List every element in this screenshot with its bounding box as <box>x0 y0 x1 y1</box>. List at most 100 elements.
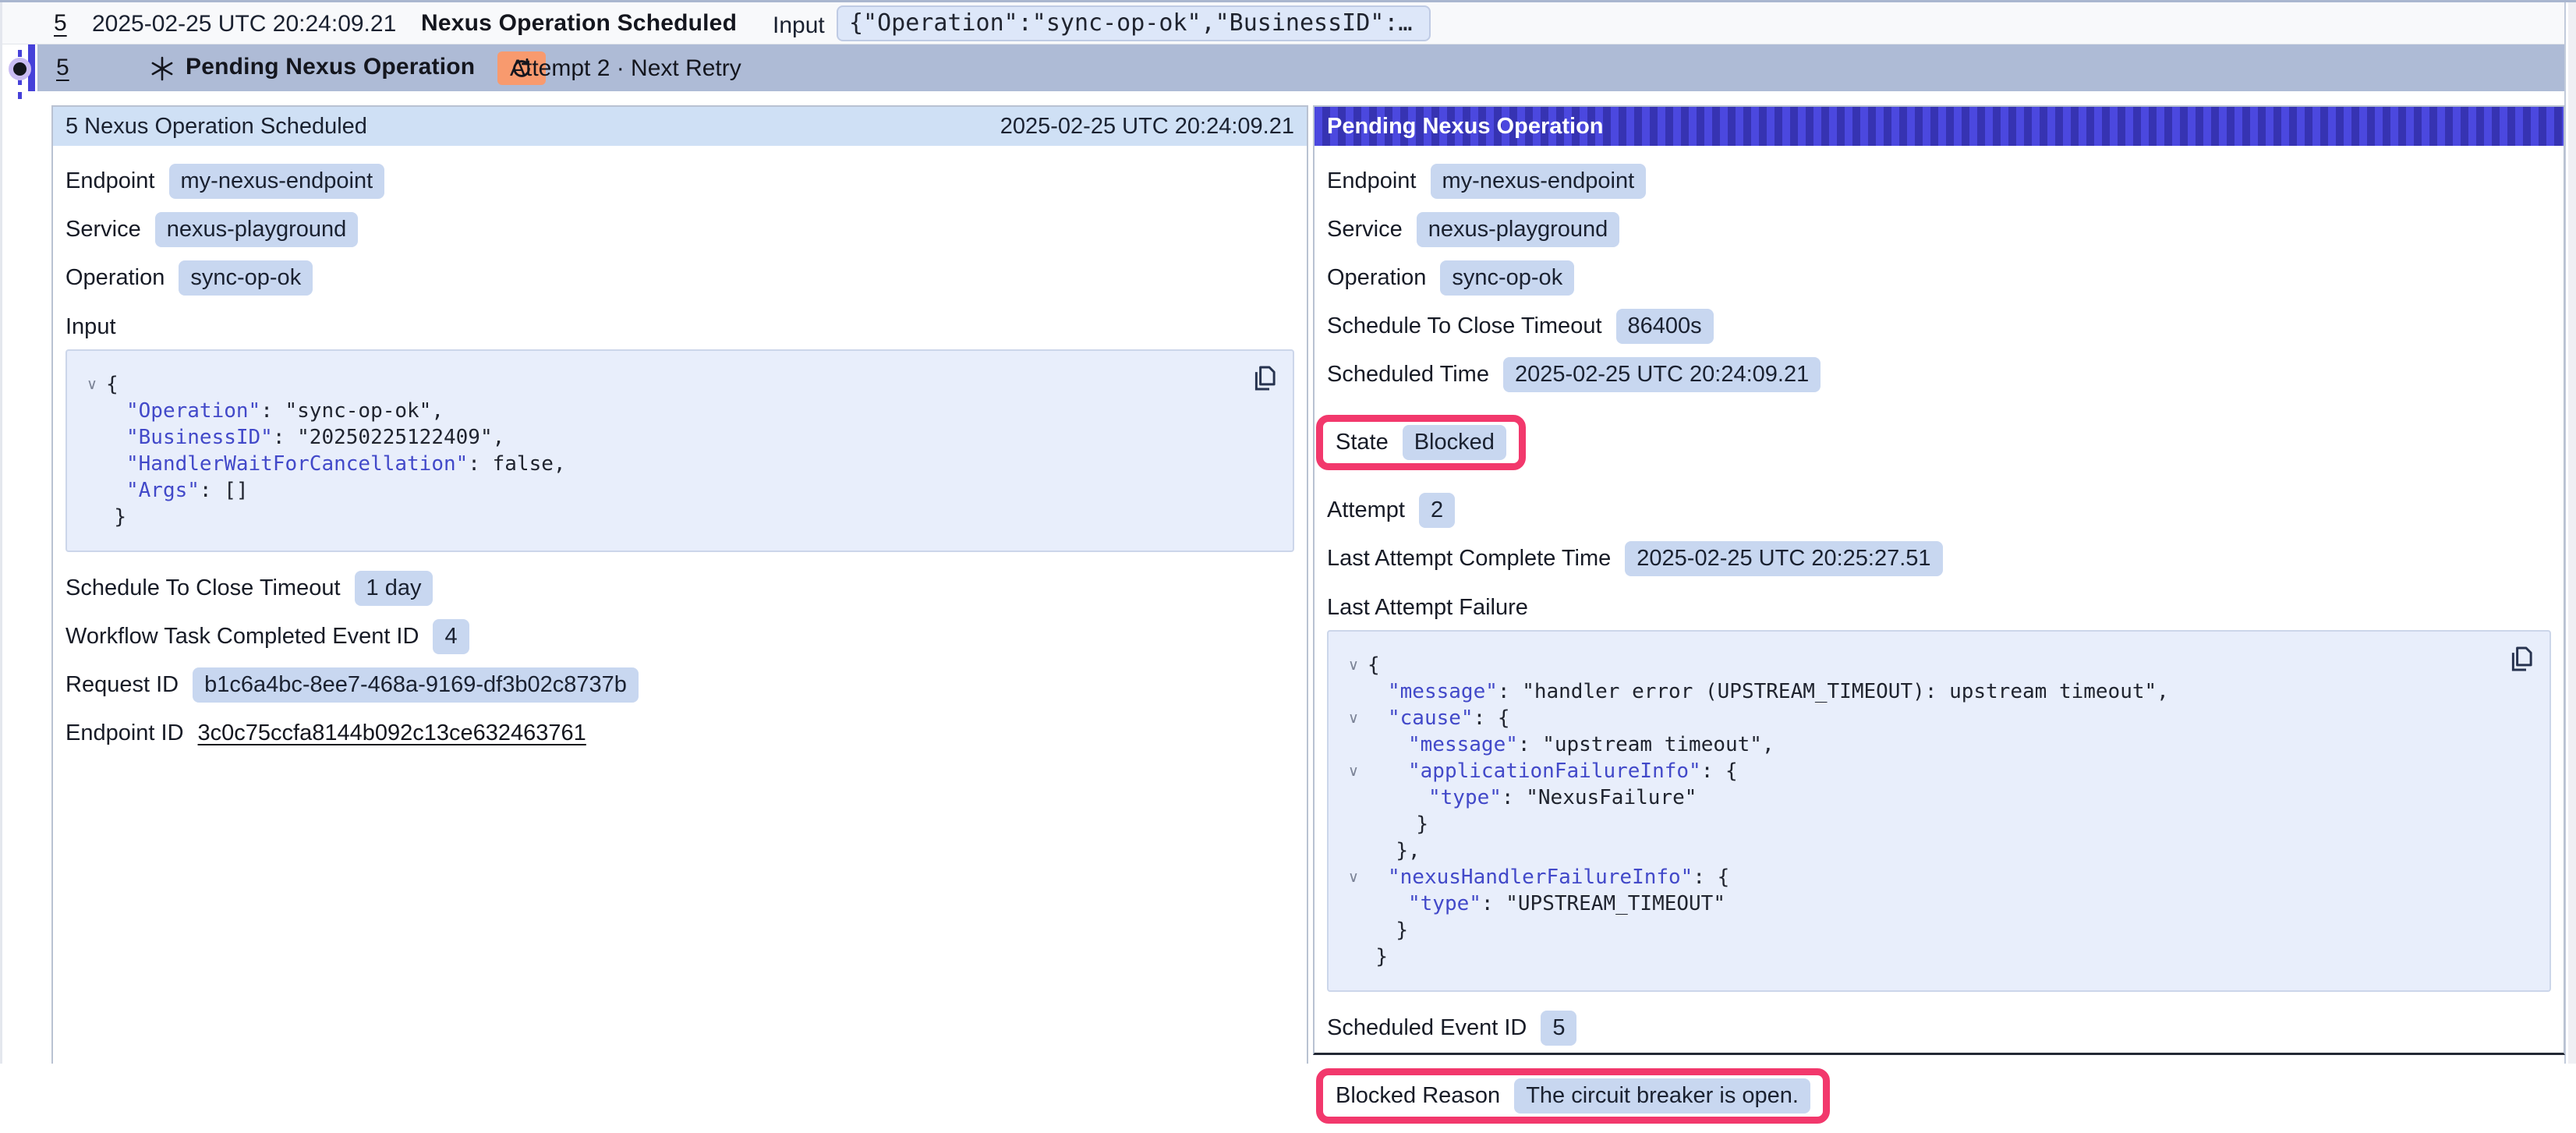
copy-button[interactable] <box>1247 362 1280 395</box>
field-row-operation: Operation sync-op-ok <box>1327 260 2551 296</box>
field-label: Scheduled Time <box>1327 362 1489 388</box>
field-value-chip: b1c6a4bc-8ee7-468a-9169-df3b02c8737b <box>193 667 639 703</box>
field-value-chip: Blocked <box>1403 425 1506 460</box>
field-label: State <box>1336 430 1389 455</box>
field-row-state: State Blocked <box>1336 425 1506 460</box>
timeline-marker-current-icon <box>9 58 31 80</box>
field-label: Operation <box>65 265 165 291</box>
event-id-link[interactable]: 5 <box>56 55 69 81</box>
code-line: } <box>1339 944 2500 970</box>
field-list: Schedule To Close Timeout 1 day Workflow T… <box>65 571 1294 750</box>
field-label: Operation <box>1327 265 1426 291</box>
event-name: Nexus Operation Scheduled <box>421 10 737 37</box>
input-preview-chip: {"Operation":"sync-op-ok","BusinessID":"… <box>837 5 1431 41</box>
field-list: Endpointmy-nexus-endpoint Service nexus-pl… <box>1327 164 2551 576</box>
code-line: "type": "UPSTREAM_TIMEOUT" <box>1339 890 2500 917</box>
input-section-label: Input <box>65 314 1294 340</box>
failure-section-label: Last Attempt Failure <box>1327 595 2551 621</box>
left-border <box>0 2 2 1064</box>
code-line: "message": "handler error (UPSTREAM_TIME… <box>1339 678 2500 705</box>
field-value-chip: sync-op-ok <box>1440 260 1574 296</box>
field-value-chip: nexus-playground <box>155 212 359 247</box>
panel-title: 5 Nexus Operation Scheduled <box>65 114 367 140</box>
field-row-scheduled-event-id: Scheduled Event ID5 <box>1327 1011 2551 1046</box>
field-value-chip: nexus-playground <box>1417 212 1620 247</box>
code-line: "BusinessID": "20250225122409", <box>78 424 1243 451</box>
badge-label: Attempt 2 · Next Retry <box>510 55 741 82</box>
code-line: "Args": [] <box>78 477 1243 504</box>
field-row-blocked-reason: Blocked Reason The circuit breaker is ope… <box>1336 1078 1810 1114</box>
field-row-request-id: Request ID b1c6a4bc-8ee7-468a-9169-df3b02… <box>65 667 1294 703</box>
panel-timestamp: 2025-02-25 UTC 20:24:09.21 <box>1000 114 1294 140</box>
field-label: Schedule To Close Timeout <box>65 575 341 601</box>
field-value-chip: sync-op-ok <box>179 260 313 296</box>
chevron-down-icon[interactable]: ∨ <box>1339 652 1368 678</box>
field-row-last-attempt-complete-time: Last Attempt Complete Time2025-02-25 UTC… <box>1327 541 2551 576</box>
event-detail-panel-pending: Pending Nexus Operation Endpointmy-nexus… <box>1313 105 2565 1055</box>
field-value-chip: The circuit breaker is open. <box>1514 1078 1810 1114</box>
panel-header: 5 Nexus Operation Scheduled 2025-02-25 U… <box>53 107 1307 146</box>
field-label: Service <box>65 217 141 243</box>
code-line: "HandlerWaitForCancellation": false, <box>78 451 1243 477</box>
event-name: Pending Nexus Operation <box>186 54 475 80</box>
panel-title: Pending Nexus Operation <box>1327 114 1604 140</box>
field-row-attempt: Attempt 2 <box>1327 493 2551 528</box>
code-line: ∨"nexusHandlerFailureInfo": { <box>1339 864 2500 890</box>
code-line: }, <box>1339 837 2500 864</box>
field-value-chip: 1 day <box>355 571 433 606</box>
field-row-workflow-task-completed-event-id: Workflow Task Completed Event ID4 <box>65 619 1294 654</box>
field-label: Service <box>1327 217 1403 243</box>
asterisk-icon <box>148 55 176 83</box>
code-line: ∨"cause": { <box>1339 705 2500 731</box>
field-list: Endpoint my-nexus-endpoint Service nexus-pl… <box>65 164 1294 296</box>
input-json-viewer: ∨{"Operation": "sync-op-ok","BusinessID"… <box>65 349 1294 552</box>
failure-json-viewer: ∨{"message": "handler error (UPSTREAM_TI… <box>1327 630 2551 992</box>
code-line: "type": "NexusFailure" <box>1339 784 2500 811</box>
field-value-link[interactable]: 3c0c75ccfa8144b092c13ce632463761 <box>198 721 586 746</box>
event-detail-panel-scheduled: 5 Nexus Operation Scheduled 2025-02-25 U… <box>51 105 1308 1064</box>
field-row-endpoint-id: Endpoint ID 3c0c75ccfa8144b092c13ce632463… <box>65 716 1294 750</box>
field-row-scheduled-time: Scheduled Time 2025-02-25 UTC 20:24:09.21 <box>1327 357 2551 392</box>
field-label: Blocked Reason <box>1336 1083 1500 1109</box>
field-value-chip: 2025-02-25 UTC 20:24:09.21 <box>1503 357 1821 392</box>
code-line: ∨{ <box>1339 652 2500 678</box>
field-value-chip: my-nexus-endpoint <box>169 164 385 199</box>
chevron-down-icon[interactable]: ∨ <box>1339 758 1368 784</box>
copy-button[interactable] <box>2504 643 2537 675</box>
chevron-down-icon[interactable]: ∨ <box>1339 705 1368 731</box>
copy-icon <box>2504 643 2537 675</box>
field-label: Workflow Task Completed Event ID <box>65 624 419 650</box>
event-timestamp: 2025-02-25 UTC 20:24:09.21 <box>92 11 396 37</box>
highlight-box-state: State Blocked <box>1316 415 1526 470</box>
field-label: Request ID <box>65 672 179 698</box>
field-label: Endpoint <box>65 168 155 194</box>
event-row-pending[interactable]: 5 Pending Nexus Operation Attempt 2 · Ne… <box>37 44 2564 91</box>
code-line: ∨"applicationFailureInfo": { <box>1339 758 2500 784</box>
attempt-retry-badge: Attempt 2 · Next Retry <box>497 51 546 85</box>
panel-header: Pending Nexus Operation <box>1315 107 2564 146</box>
event-row-scheduled[interactable]: 5 2025-02-25 UTC 20:24:09.21 Nexus Opera… <box>2 2 2564 44</box>
field-label: Attempt <box>1327 497 1405 523</box>
chevron-down-icon[interactable]: ∨ <box>1339 864 1368 890</box>
field-row-endpoint: Endpointmy-nexus-endpoint <box>1327 164 2551 199</box>
field-value-chip: 2 <box>1419 493 1455 528</box>
code-line: } <box>78 504 1243 530</box>
code-line: ∨{ <box>78 371 1243 398</box>
field-label: Endpoint <box>1327 168 1417 194</box>
field-row-schedule-to-close-timeout: Schedule To Close Timeout86400s <box>1327 309 2551 344</box>
event-id-link[interactable]: 5 <box>54 10 67 37</box>
scrollbar[interactable] <box>2568 2 2576 1064</box>
code-line: } <box>1339 917 2500 944</box>
field-row-schedule-to-close-timeout: Schedule To Close Timeout 1 day <box>65 571 1294 606</box>
field-value-chip: 5 <box>1541 1011 1576 1046</box>
field-row-endpoint: Endpoint my-nexus-endpoint <box>65 164 1294 199</box>
code-line: "message": "upstream timeout", <box>1339 731 2500 758</box>
field-list: Scheduled Event ID5 Blocked Reason The cir… <box>1327 1011 2551 1133</box>
highlight-box-blocked-reason: Blocked Reason The circuit breaker is ope… <box>1316 1068 1830 1124</box>
field-row-operation: Operation sync-op-ok <box>65 260 1294 296</box>
chevron-down-icon[interactable]: ∨ <box>78 371 106 398</box>
field-row-service: Service nexus-playground <box>65 212 1294 247</box>
copy-icon <box>1247 362 1280 395</box>
code-line: } <box>1339 811 2500 837</box>
field-label: Endpoint ID <box>65 721 184 746</box>
